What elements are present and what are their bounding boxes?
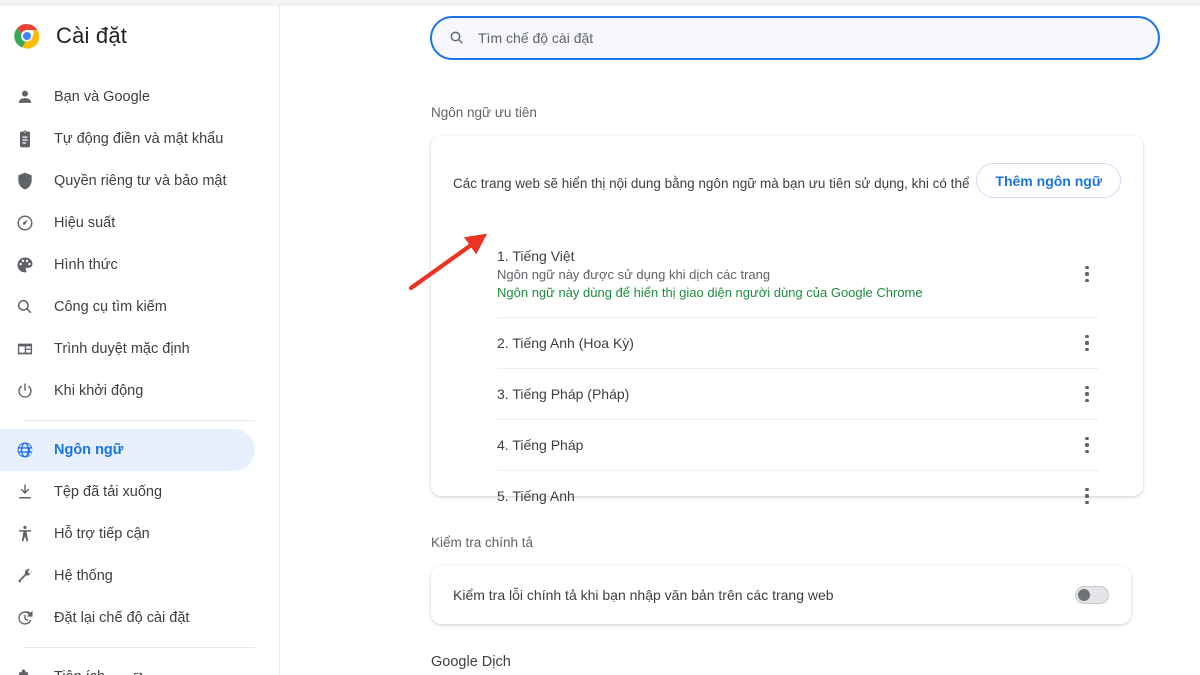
palette-icon <box>14 254 36 276</box>
download-icon <box>14 481 36 503</box>
accessibility-icon <box>14 523 36 545</box>
chrome-logo-icon <box>14 23 40 49</box>
sidebar-item-system[interactable]: Hệ thống <box>0 555 255 597</box>
sidebar-item-label: Ngôn ngữ <box>54 442 124 458</box>
sidebar-item-label: Khi khởi động <box>54 383 144 399</box>
languages-card-header: Các trang web sẽ hiển thị nội dung bằng … <box>431 136 1143 231</box>
more-vert-icon[interactable] <box>1075 382 1099 406</box>
history-restore-icon <box>14 607 36 629</box>
preferred-languages-card: Các trang web sẽ hiển thị nội dung bằng … <box>431 136 1143 504</box>
browser-window-icon <box>14 338 36 360</box>
more-vert-icon[interactable] <box>1075 433 1099 457</box>
shield-icon <box>14 170 36 192</box>
spellcheck-row-label: Kiểm tra lỗi chính tả khi bạn nhập văn b… <box>453 587 834 603</box>
search-icon <box>448 29 466 47</box>
sidebar-item-label: Hệ thống <box>54 568 113 584</box>
brand-header: Cài đặt <box>0 6 279 66</box>
sidebar-item-privacy-security[interactable]: Quyền riêng tư và bảo mật <box>0 160 255 202</box>
sidebar-item-extensions[interactable]: Tiện ích <box>0 656 255 675</box>
add-language-button[interactable]: Thêm ngôn ngữ <box>976 163 1121 198</box>
sidebar-item-label: Hình thức <box>54 257 118 273</box>
open-in-new-icon <box>131 670 145 675</box>
language-name: 1. Tiếng Việt <box>497 248 575 264</box>
language-row-3[interactable]: 3. Tiếng Pháp (Pháp) <box>497 368 1099 419</box>
power-icon <box>14 380 36 402</box>
sidebar-item-on-startup[interactable]: Khi khởi động <box>0 370 255 412</box>
sidebar-item-label: Bạn và Google <box>54 89 150 105</box>
person-icon <box>14 86 36 108</box>
sidebar-item-label: Đặt lại chế độ cài đặt <box>54 610 190 626</box>
speedometer-icon <box>14 212 36 234</box>
page-title: Cài đặt <box>56 23 128 48</box>
more-vert-icon[interactable] <box>1075 331 1099 355</box>
language-name: 2. Tiếng Anh (Hoa Kỳ) <box>497 335 634 351</box>
sidebar-divider <box>24 420 255 421</box>
toggle-knob <box>1078 589 1090 601</box>
search-icon <box>14 296 36 318</box>
language-name: 3. Tiếng Pháp (Pháp) <box>497 386 630 402</box>
main-content: Ngôn ngữ ưu tiên Các trang web sẽ hiển t… <box>281 6 1200 675</box>
sidebar-item-reset-settings[interactable]: Đặt lại chế độ cài đặt <box>0 597 255 639</box>
puzzle-icon <box>14 666 36 675</box>
sidebar-item-autofill-passwords[interactable]: Tự động điền và mật khẩu <box>0 118 255 160</box>
language-texts: 1. Tiếng Việt Ngôn ngữ này được sử dụng … <box>497 240 923 308</box>
language-row-1[interactable]: 1. Tiếng Việt Ngôn ngữ này được sử dụng … <box>497 231 1099 317</box>
more-vert-icon[interactable] <box>1075 262 1099 286</box>
more-vert-icon[interactable] <box>1075 484 1099 508</box>
clipboard-icon <box>14 128 36 150</box>
sidebar-divider-2 <box>24 647 255 648</box>
sidebar-item-label: Công cụ tìm kiếm <box>54 299 167 315</box>
sidebar-item-downloads[interactable]: Tệp đã tải xuống <box>0 471 255 513</box>
wrench-icon <box>14 565 36 587</box>
globe-icon <box>14 439 36 461</box>
settings-page: Cài đặt Bạn và Google Tự động điền và mậ… <box>0 0 1200 675</box>
sidebar-item-label: Tự động điền và mật khẩu <box>54 131 224 147</box>
language-row-5[interactable]: 5. Tiếng Anh <box>497 470 1099 521</box>
sidebar-item-appearance[interactable]: Hình thức <box>0 244 255 286</box>
sidebar-nav: Bạn và Google Tự động điền và mật khẩu Q… <box>0 76 279 675</box>
sidebar-item-search-engine[interactable]: Công cụ tìm kiếm <box>0 286 255 328</box>
language-row-2[interactable]: 2. Tiếng Anh (Hoa Kỳ) <box>497 317 1099 368</box>
language-row-4[interactable]: 4. Tiếng Pháp <box>497 419 1099 470</box>
sidebar-item-label: Tiện ích <box>54 669 105 675</box>
sidebar-item-accessibility[interactable]: Hỗ trợ tiếp cận <box>0 513 255 555</box>
sidebar-item-label: Trình duyệt mặc định <box>54 341 190 357</box>
language-name: 5. Tiếng Anh <box>497 488 575 504</box>
sidebar: Cài đặt Bạn và Google Tự động điền và mậ… <box>0 6 280 675</box>
language-sub-translate: Ngôn ngữ này được sử dụng khi dịch các t… <box>497 267 771 282</box>
languages-section-heading: Ngôn ngữ ưu tiên <box>431 105 537 120</box>
languages-list: 1. Tiếng Việt Ngôn ngữ này được sử dụng … <box>431 231 1143 521</box>
sidebar-item-label: Hiệu suất <box>54 215 116 231</box>
spellcheck-card: Kiểm tra lỗi chính tả khi bạn nhập văn b… <box>431 566 1131 624</box>
search-input[interactable] <box>478 18 1118 58</box>
sidebar-item-label: Quyền riêng tư và bảo mật <box>54 173 227 189</box>
sidebar-item-languages[interactable]: Ngôn ngữ <box>0 429 255 471</box>
search-bar-container <box>430 16 1160 60</box>
sidebar-item-performance[interactable]: Hiệu suất <box>0 202 255 244</box>
sidebar-item-label: Hỗ trợ tiếp cận <box>54 526 150 542</box>
sidebar-item-label: Tệp đã tải xuống <box>54 484 163 500</box>
languages-description: Các trang web sẽ hiển thị nội dung bằng … <box>453 175 970 191</box>
search-box[interactable] <box>430 16 1160 60</box>
spellcheck-section-heading: Kiểm tra chính tả <box>431 535 534 550</box>
sidebar-item-default-browser[interactable]: Trình duyệt mặc định <box>0 328 255 370</box>
sidebar-item-you-and-google[interactable]: Bạn và Google <box>0 76 255 118</box>
language-name: 4. Tiếng Pháp <box>497 437 584 453</box>
google-translate-section-heading: Google Dịch <box>431 654 511 670</box>
spellcheck-toggle[interactable] <box>1075 586 1109 604</box>
language-sub-ui: Ngôn ngữ này dùng để hiển thị giao diện … <box>497 285 923 300</box>
